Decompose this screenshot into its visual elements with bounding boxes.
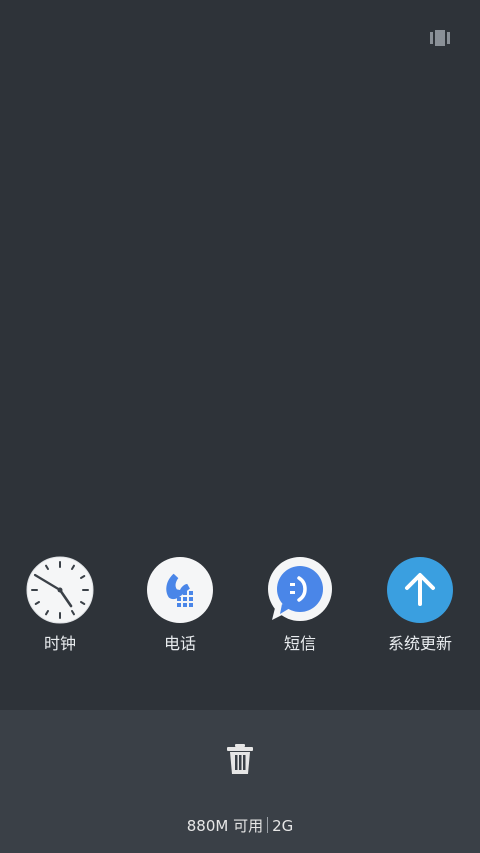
system-update-icon (386, 556, 454, 624)
app-label: 系统更新 (387, 634, 452, 653)
memory-total: 2G (272, 817, 294, 835)
memory-divider (267, 817, 269, 833)
app-sms[interactable]: 短信 (250, 556, 350, 654)
app-label: 时钟 (43, 634, 76, 653)
memory-available: 880M 可用 (186, 817, 264, 835)
trash-icon[interactable] (226, 743, 254, 775)
memory-status: 880M 可用 2G (0, 816, 480, 836)
app-system-update[interactable]: 系统更新 (370, 556, 470, 654)
app-label: 电话 (163, 634, 196, 653)
sms-icon (266, 556, 334, 624)
phone-icon (146, 556, 214, 624)
bottom-panel: 880M 可用 2G (0, 710, 480, 853)
app-phone[interactable]: 电话 (130, 556, 230, 654)
recent-apps-row: 时钟 电话 短信 系统更新 (0, 556, 480, 666)
app-label: 短信 (283, 634, 316, 653)
clock-icon (26, 556, 94, 624)
app-clock[interactable]: 时钟 (10, 556, 110, 654)
layout-toggle-icon[interactable] (430, 30, 450, 46)
